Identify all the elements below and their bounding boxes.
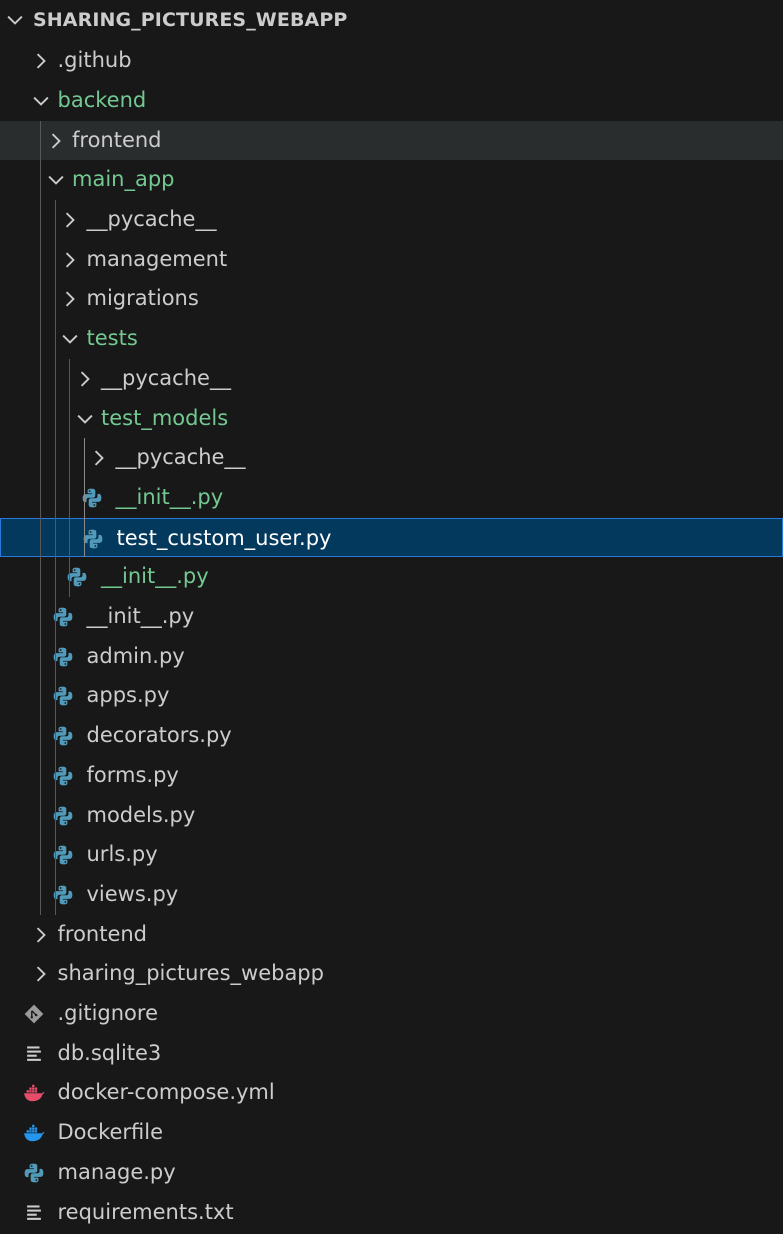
tree-item-label: __pycache__ <box>86 207 217 231</box>
chevron-right-icon <box>65 212 75 228</box>
tree-item-label: manage.py <box>57 1159 176 1184</box>
chevron-down-icon <box>47 176 64 186</box>
tree-item-label: apps.py <box>86 683 170 708</box>
tree-folder-pycache[interactable]: __pycache__ <box>0 200 783 240</box>
chevron-right-icon <box>36 966 46 982</box>
tree-file-test-custom-user-py[interactable]: test_custom_user.py <box>0 517 783 558</box>
indent-guide <box>83 438 85 558</box>
tree-item-label: __init__.py <box>115 484 224 509</box>
tree-folder-sharing-pictures-webapp[interactable]: sharing_pictures_webapp <box>0 954 783 994</box>
tree-item-label: test_custom_user.py <box>116 525 332 550</box>
chevron-right-icon <box>36 927 46 943</box>
indent-guide <box>40 120 41 915</box>
tree-file-init-py[interactable]: __init__.py <box>0 478 783 518</box>
tree-item-label: docker-compose.yml <box>57 1080 275 1105</box>
tree-item-label: frontend <box>72 127 162 152</box>
tree-folder-frontend[interactable]: frontend <box>0 120 783 161</box>
tree-item-label: frontend <box>57 921 148 946</box>
tree-file-manage-py[interactable]: manage.py <box>0 1153 783 1193</box>
git-icon <box>24 1004 43 1024</box>
tree-file-forms-py[interactable]: forms.py <box>0 756 783 796</box>
tree-file-init-py[interactable]: __init__.py <box>0 557 783 597</box>
tree-file-gitignore[interactable]: .gitignore <box>0 994 783 1034</box>
tree-item-label: .gitignore <box>57 1001 159 1025</box>
tree-item-label: forms.py <box>86 762 179 787</box>
tree-item-label: management <box>86 246 228 271</box>
tree-item-label: __pycache__ <box>115 445 246 470</box>
tree-item-label: db.sqlite3 <box>57 1040 162 1065</box>
tree-item-label: admin.py <box>86 643 185 668</box>
chevron-right-icon <box>51 133 61 149</box>
tree-folder-migrations[interactable]: migrations <box>0 279 783 319</box>
chevron-right-icon <box>36 53 46 69</box>
lines-file-icon <box>26 1046 41 1061</box>
tree-file-apps-py[interactable]: apps.py <box>0 676 783 716</box>
tree-file-decorators-py[interactable]: decorators.py <box>0 716 783 756</box>
tree-file-init-py[interactable]: __init__.py <box>0 597 783 637</box>
chevron-down-icon <box>62 334 78 344</box>
tree-item-label: backend <box>57 87 147 112</box>
tree-file-requirements-txt[interactable]: requirements.txt <box>0 1193 783 1233</box>
chevron-down-icon <box>7 15 23 25</box>
tree-file-docker-compose-yml[interactable]: docker-compose.yml <box>0 1073 783 1113</box>
tree-folder-pycache[interactable]: __pycache__ <box>0 359 783 399</box>
tree-file-admin-py[interactable]: admin.py <box>0 637 783 677</box>
chevron-right-icon <box>94 450 104 466</box>
tree-item-label: test_models <box>101 405 229 430</box>
chevron-right-icon <box>80 371 90 387</box>
indent-guide <box>54 200 56 915</box>
tree-folder-tests[interactable]: tests <box>0 319 783 359</box>
docker-compose-icon <box>23 1085 44 1102</box>
chevron-down-icon <box>76 414 93 424</box>
indent-guide <box>69 358 70 597</box>
tree-item-label: __pycache__ <box>101 365 231 390</box>
tree-folder-test-models[interactable]: test_models <box>0 399 783 439</box>
tree-item-label: urls.py <box>86 842 158 867</box>
tree-item-label: tests <box>86 326 138 351</box>
chevron-down-icon <box>33 96 49 106</box>
tree-folder-github[interactable]: .github <box>0 41 783 81</box>
tree-item-label: .github <box>57 48 132 73</box>
tree-file-dockerfile[interactable]: Dockerfile <box>0 1113 783 1153</box>
tree-folder-backend[interactable]: backend <box>0 81 783 121</box>
chevron-right-icon <box>65 291 75 307</box>
tree-folder-management[interactable]: management <box>0 240 783 280</box>
tree-item-label: migrations <box>86 286 199 311</box>
tree-item-label: requirements.txt <box>57 1199 234 1224</box>
python-icon <box>24 1163 43 1183</box>
tree-item-label: models.py <box>86 802 196 827</box>
explorer-root-title: SHARING_PICTURES_WEBAPP <box>33 9 348 31</box>
tree-file-views-py[interactable]: views.py <box>0 875 783 915</box>
chevron-right-icon <box>65 252 75 268</box>
tree-item-label: sharing_pictures_webapp <box>57 961 324 986</box>
file-explorer: SHARING_PICTURES_WEBAPP .github backend fr… <box>0 0 783 1234</box>
tree-folder-main-app[interactable]: main_app <box>0 160 783 200</box>
tree-folder-pycache[interactable]: __pycache__ <box>0 438 783 478</box>
tree-item-label: decorators.py <box>86 723 232 748</box>
tree-file-models-py[interactable]: models.py <box>0 796 783 836</box>
tree-file-urls-py[interactable]: urls.py <box>0 835 783 875</box>
tree-item-label: Dockerfile <box>57 1120 164 1145</box>
tree-folder-frontend[interactable]: frontend <box>0 915 783 955</box>
python-icon <box>83 529 102 548</box>
docker-icon <box>23 1124 44 1142</box>
tree-item-label: __init__.py <box>101 564 209 589</box>
explorer-root-header[interactable]: SHARING_PICTURES_WEBAPP <box>0 0 783 40</box>
tree-file-db-sqlite3[interactable]: db.sqlite3 <box>0 1034 783 1074</box>
tree-item-label: main_app <box>72 167 175 192</box>
lines-file-icon <box>26 1204 41 1220</box>
tree-item-label: views.py <box>86 881 179 906</box>
tree-item-label: __init__.py <box>86 604 195 628</box>
